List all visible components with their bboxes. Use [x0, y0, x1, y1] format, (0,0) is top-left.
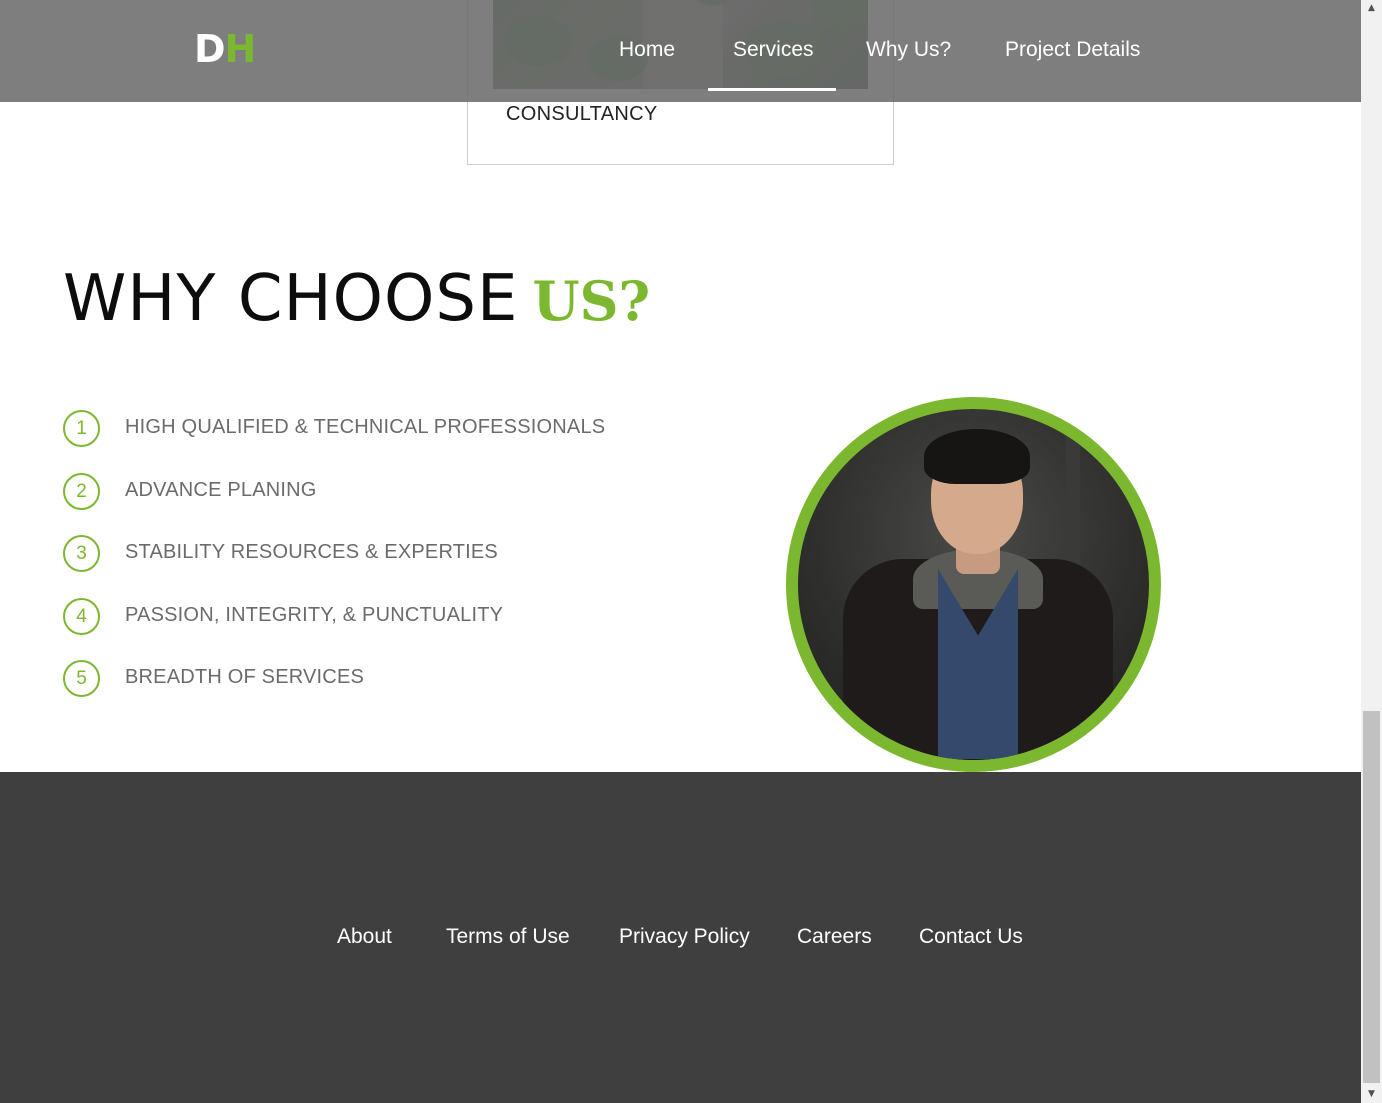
site-logo[interactable]: DH — [194, 27, 257, 71]
reason-text: PASSION, INTEGRITY, & PUNCTUALITY — [125, 604, 504, 626]
reason-number: 4 — [63, 598, 100, 635]
nav-home[interactable]: Home — [619, 38, 675, 62]
footer-link-about[interactable]: About — [337, 925, 392, 949]
nav-project-details[interactable]: Project Details — [1005, 38, 1140, 62]
footer-link-contact[interactable]: Contact Us — [919, 925, 1023, 949]
footer-link-careers[interactable]: Careers — [797, 925, 872, 949]
reason-text: STABILITY RESOURCES & EXPERTIES — [125, 541, 498, 563]
reason-number: 3 — [63, 535, 100, 572]
scroll-down-icon[interactable]: ▼ — [1361, 1086, 1382, 1103]
site-footer: About Terms of Use Privacy Policy Career… — [0, 772, 1361, 1103]
section-title: WHY CHOOSE US? — [63, 262, 650, 336]
service-title: CONSULTANCY — [506, 103, 658, 125]
reason-text: HIGH QUALIFIED & TECHNICAL PROFESSIONALS — [125, 416, 606, 438]
site-header: DH Home Services Why Us? Project Details — [0, 0, 1361, 102]
nav-services[interactable]: Services — [733, 38, 814, 62]
scroll-thumb[interactable] — [1363, 711, 1380, 1083]
reason-text: BREADTH OF SERVICES — [125, 666, 365, 688]
section-title-accent: US? — [532, 269, 651, 333]
footer-link-privacy[interactable]: Privacy Policy — [619, 925, 750, 949]
scroll-up-icon[interactable]: ▲ — [1361, 0, 1382, 17]
team-member-photo — [786, 397, 1161, 772]
page: CONSULTANCY DH Home Services Why Us? Pro… — [0, 0, 1361, 1103]
logo-letter-h: H — [224, 27, 257, 71]
active-nav-indicator — [708, 88, 836, 91]
vertical-scrollbar[interactable]: ▲ ▼ — [1361, 0, 1382, 1103]
logo-letter-d: D — [194, 27, 226, 71]
reason-number: 5 — [63, 660, 100, 697]
reason-number: 2 — [63, 473, 100, 510]
nav-why-us[interactable]: Why Us? — [866, 38, 951, 62]
reason-text: ADVANCE PLANING — [125, 479, 317, 501]
reason-number: 1 — [63, 410, 100, 447]
footer-link-terms[interactable]: Terms of Use — [446, 925, 570, 949]
section-title-main: WHY CHOOSE — [63, 262, 519, 336]
